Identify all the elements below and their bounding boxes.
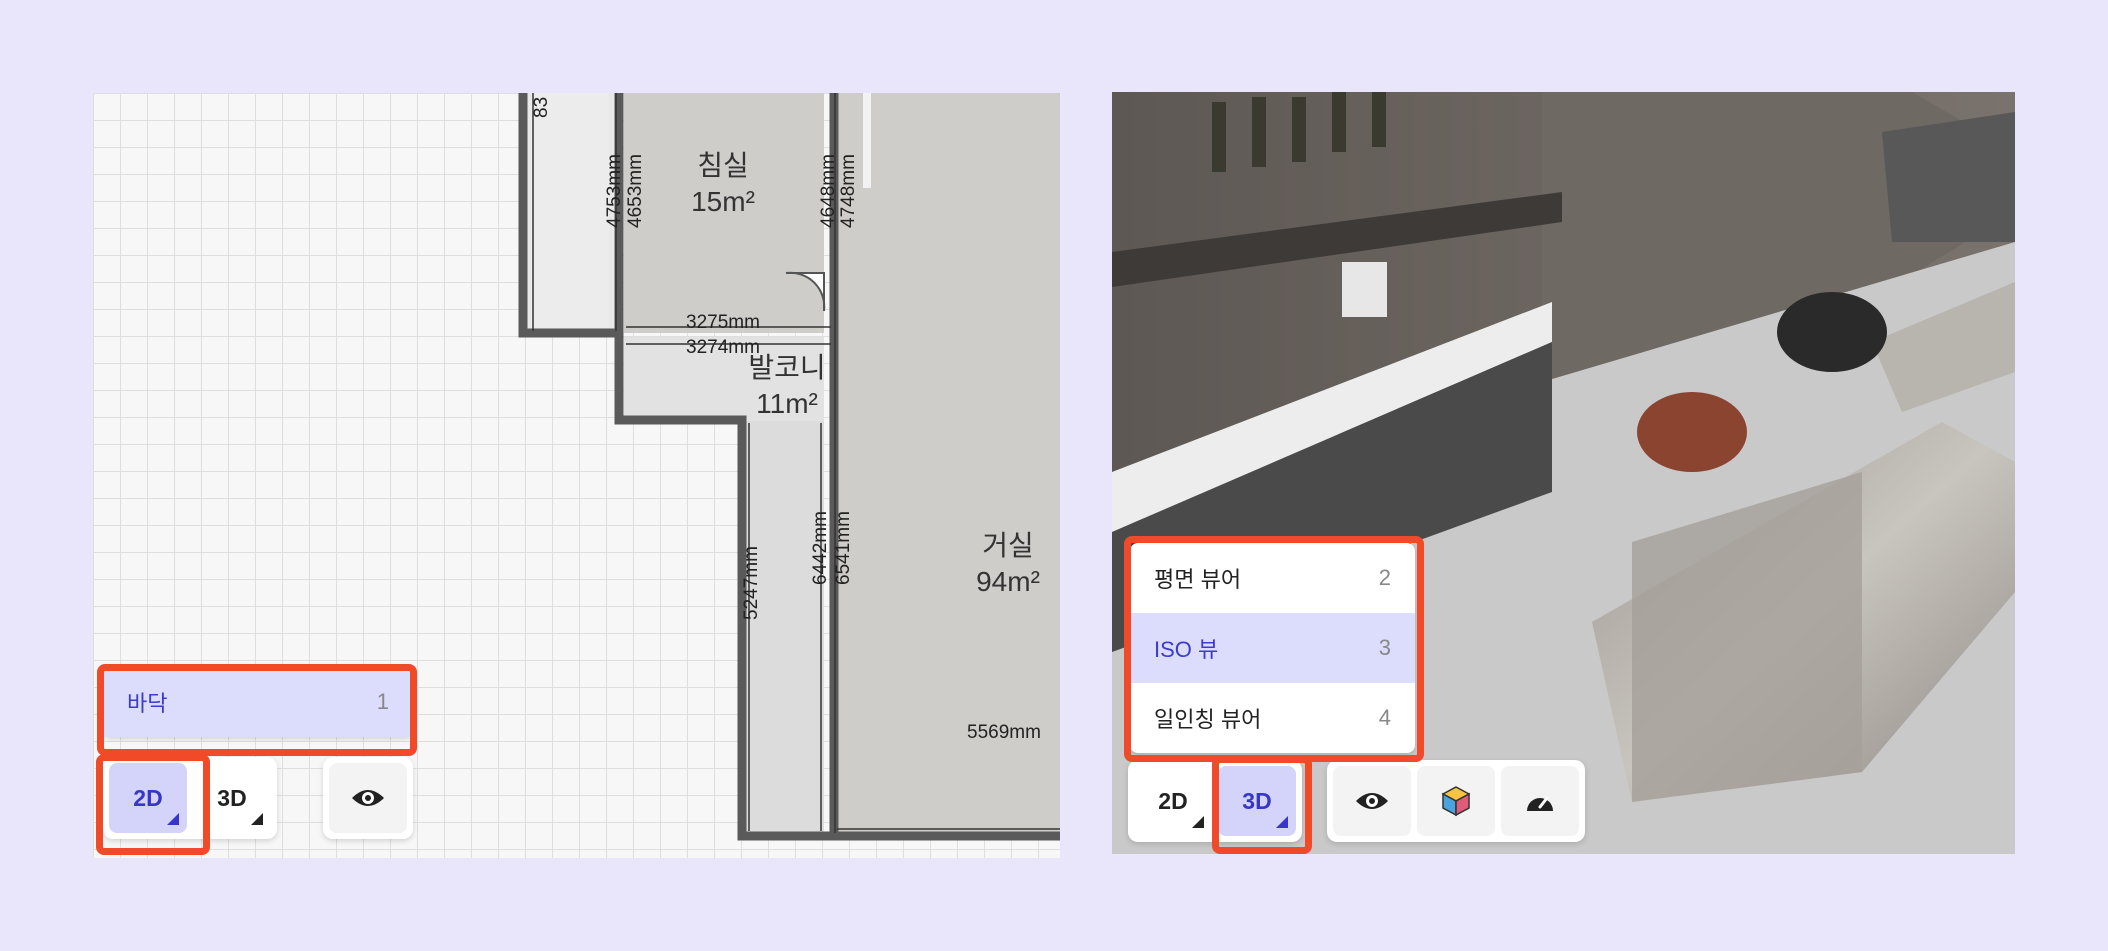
- button-label: 2D: [133, 784, 163, 811]
- dropdown-corner-icon: [1276, 816, 1288, 828]
- dimension-label: 4648mm: [818, 154, 839, 228]
- dimension-label: 4753mm: [604, 154, 625, 228]
- room-area: 94m²: [976, 566, 1040, 597]
- dimension-label: 3275mm: [686, 312, 760, 333]
- menu-item-iso-view[interactable]: ISO 뷰 3: [1130, 613, 1415, 683]
- view-mode-toolbar: 2D 3D: [1128, 760, 1302, 842]
- menu-item-shortcut: 3: [1378, 635, 1391, 660]
- room-area: 15m²: [691, 186, 755, 217]
- floorplan-2d-canvas[interactable]: 침실 15m² 발코니 11m² 거실 94m² 83 4753mm 4653m…: [93, 93, 1060, 858]
- dimension-label: 4748mm: [838, 154, 859, 228]
- dimension-label: 6442mm: [810, 511, 831, 585]
- view-menu: 평면 뷰어 2 ISO 뷰 3 일인칭 뷰어 4: [1130, 543, 1415, 753]
- eye-icon: [1356, 793, 1388, 809]
- menu-item-label: 일인칭 뷰어: [1154, 707, 1262, 732]
- floorplan-drawing: [518, 93, 1060, 841]
- dimension-label: 6541mm: [833, 511, 854, 585]
- room-name: 거실: [982, 530, 1034, 561]
- dropdown-corner-icon: [251, 813, 263, 825]
- dimension-label: 5569mm: [967, 722, 1041, 743]
- button-label: 2D: [1158, 787, 1188, 814]
- view-mode-toolbar: 2D 3D: [103, 757, 277, 839]
- button-label: 3D: [217, 784, 247, 811]
- menu-item-floor[interactable]: 바닥 1: [103, 667, 413, 737]
- cube-icon: [1441, 786, 1471, 817]
- dimension-label: 3274mm: [686, 337, 760, 358]
- dimension-label: 83: [531, 96, 552, 118]
- menu-item-first-person-viewer[interactable]: 일인칭 뷰어 4: [1130, 683, 1415, 753]
- room-label-bedroom: 침실 15m²: [673, 148, 773, 220]
- tool-toolbar: [1327, 760, 1585, 842]
- eye-icon: [352, 790, 384, 806]
- menu-item-label: ISO 뷰: [1154, 637, 1219, 662]
- room-name: 침실: [697, 150, 749, 181]
- room-area: 11m²: [756, 388, 818, 419]
- dropdown-corner-icon: [167, 813, 179, 825]
- object-button[interactable]: [1417, 766, 1495, 836]
- menu-item-shortcut: 4: [1378, 705, 1391, 730]
- menu-item-shortcut: 2: [1378, 565, 1391, 590]
- dimension-label: 4653mm: [625, 154, 646, 228]
- button-label: 3D: [1242, 787, 1272, 814]
- room-label-balcony: 발코니 11m²: [737, 350, 837, 422]
- menu-item-plan-viewer[interactable]: 평면 뷰어 2: [1130, 543, 1415, 613]
- dropdown-corner-icon: [1192, 816, 1204, 828]
- view-3d-button[interactable]: 3D: [1218, 766, 1296, 836]
- floor-menu: 바닥 1: [103, 667, 413, 737]
- gauge-icon: [1527, 796, 1553, 811]
- room-label-living: 거실 94m²: [963, 528, 1053, 600]
- visibility-button[interactable]: [1333, 766, 1411, 836]
- dimension-label: 5247mm: [741, 546, 762, 620]
- view-3d-button[interactable]: 3D: [193, 763, 271, 833]
- view-2d-button[interactable]: 2D: [1134, 766, 1212, 836]
- view-2d-button[interactable]: 2D: [109, 763, 187, 833]
- visibility-button[interactable]: [329, 763, 407, 833]
- viewer-3d-canvas[interactable]: 평면 뷰어 2 ISO 뷰 3 일인칭 뷰어 4 2D 3D: [1112, 92, 2015, 854]
- menu-item-shortcut: 1: [376, 689, 389, 714]
- menu-item-label: 바닥: [127, 691, 168, 716]
- menu-item-label: 평면 뷰어: [1154, 567, 1242, 592]
- tool-toolbar: [323, 757, 413, 839]
- performance-button[interactable]: [1501, 766, 1579, 836]
